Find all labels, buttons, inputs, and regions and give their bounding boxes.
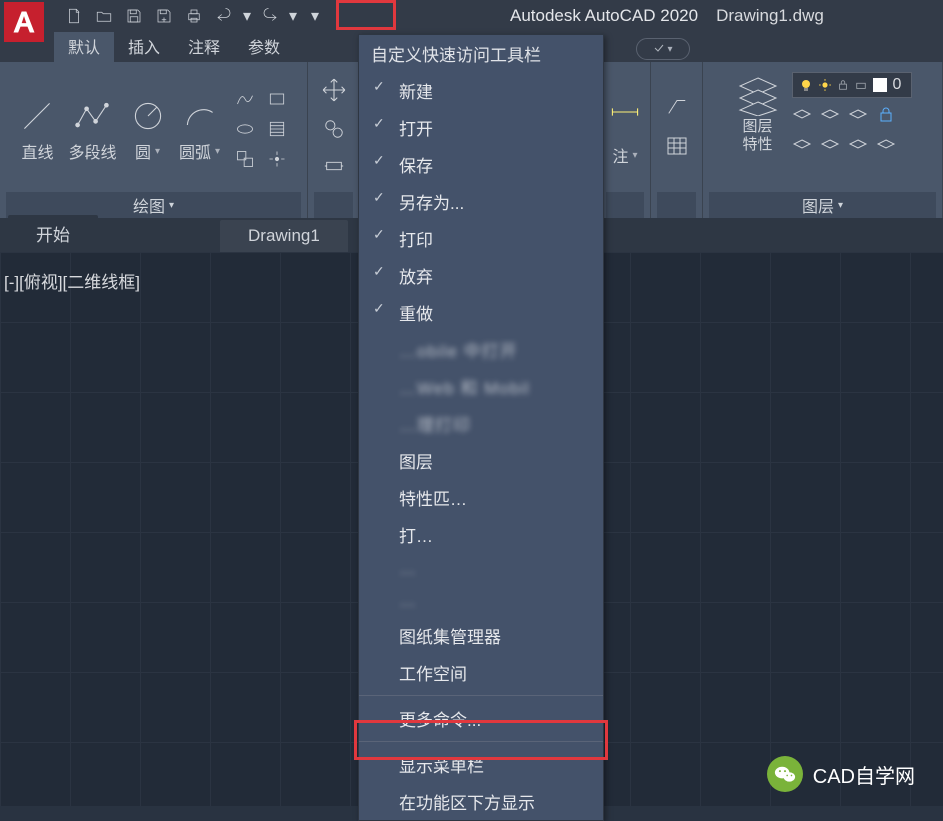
lock-icon [837,79,849,91]
menu-item-save[interactable]: 保存 [359,146,603,183]
menu-title: 自定义快速访问工具栏 [359,35,603,72]
quick-access-toolbar: ▾ ▾ ▾ [60,3,322,29]
ribbon-group-layers: 图层 特性 0 [703,62,943,218]
table-icon[interactable] [665,134,689,163]
arc-icon [179,95,221,137]
undo-dropdown-icon[interactable]: ▾ [240,6,254,26]
layer-on-icon[interactable] [792,136,814,158]
print-icon[interactable] [180,3,208,29]
undo-icon[interactable] [210,3,238,29]
viewport-label[interactable]: [-][俯视][二维线框] [4,268,140,293]
tab-insert[interactable]: 插入 [114,30,174,62]
search-toggle[interactable]: ▾ [636,38,690,60]
region-icon[interactable] [233,147,257,171]
tab-drawing1[interactable]: Drawing1 [220,220,348,252]
menu-separator [359,741,603,742]
menu-separator [359,695,603,696]
redo-icon[interactable] [256,3,284,29]
tab-default[interactable]: 默认 [54,30,114,62]
layer-lock-icon[interactable] [848,106,870,128]
qat-customize-menu: 自定义快速访问工具栏 新建 打开 保存 另存为... 打印 放弃 重做 …obi… [358,34,604,821]
dimension-icon [604,91,646,133]
new-icon[interactable] [60,3,88,29]
menu-item-print2[interactable]: 打… [359,516,603,553]
hatch-icon[interactable] [265,117,289,141]
stretch-icon[interactable] [323,155,345,182]
layer-match-icon[interactable] [876,136,898,158]
tab-annotate[interactable]: 注释 [174,30,234,62]
menu-item-new[interactable]: 新建 [359,72,603,109]
open-icon[interactable] [90,3,118,29]
menu-item-open[interactable]: 打开 [359,109,603,146]
layer-iso-icon[interactable] [876,106,898,128]
tab-param[interactable]: 参数 [234,30,294,62]
menu-item-more[interactable]: 更多命令... [359,700,603,737]
layer-unlock-icon[interactable] [848,136,870,158]
menu-item-mobile-open[interactable]: …obile 中打开 [359,331,603,368]
redo-dropdown-icon[interactable]: ▾ [286,6,300,26]
app-name: Autodesk AutoCAD 2020 [510,6,698,26]
file-name: Drawing1.dwg [716,6,824,26]
menu-item-print[interactable]: 打印 [359,220,603,257]
layer-thaw-icon[interactable] [820,136,842,158]
menu-item-showmenubar[interactable]: 显示菜单栏 [359,746,603,783]
annotation-highlight-qat [336,0,396,30]
spline-icon[interactable] [233,87,257,111]
menu-item-workspace[interactable]: 工作空间 [359,654,603,691]
menu-item-sheetset[interactable]: 图纸集管理器 [359,617,603,654]
menu-item-web-mobile[interactable]: …Web 和 Mobil [359,368,603,405]
copy-icon[interactable] [323,118,345,145]
point-icon[interactable] [265,147,289,171]
menu-item-below-ribbon[interactable]: 在功能区下方显示 [359,783,603,820]
tool-arc[interactable]: 圆弧 [179,95,221,163]
layer-off-icon[interactable] [792,106,814,128]
save-icon[interactable] [120,3,148,29]
draw-subtools [231,85,291,173]
current-layer-dropdown[interactable]: 0 [792,72,912,98]
ribbon-group-annotate: 注 [599,62,651,218]
menu-item-blur2[interactable]: … [359,585,603,617]
tool-pline[interactable]: 多段线 [68,95,116,163]
title-bar: ▾ ▾ ▾ Autodesk AutoCAD 2020 Drawing1.dwg [0,0,943,32]
sun-icon [819,79,831,91]
ribbon-group-draw: 直线 多段线 圆 圆弧 [0,62,308,218]
ellipse-icon[interactable] [233,117,257,141]
menu-item-blur1[interactable]: … [359,553,603,585]
menu-item-undo[interactable]: 放弃 [359,257,603,294]
layer-freeze-icon[interactable] [820,106,842,128]
layer-stack-icon [734,72,782,116]
tab-start[interactable]: 开始 [8,215,98,252]
group-label-layers[interactable]: 图层 ▾ [709,192,936,218]
app-logo[interactable] [4,2,44,42]
layer-properties-button[interactable]: 图层 特性 [734,72,782,154]
menu-item-redo[interactable]: 重做 [359,294,603,331]
tool-circle[interactable]: 圆 [127,95,169,163]
group-label-modify[interactable] [314,192,353,218]
current-layer-name: 0 [893,76,902,94]
bulb-on-icon [799,78,813,92]
line-icon [16,95,58,137]
saveas-icon[interactable] [150,3,178,29]
move-icon[interactable] [321,77,347,108]
wechat-icon [767,756,803,792]
title-text: Autodesk AutoCAD 2020 Drawing1.dwg [510,6,824,26]
menu-item-matchprop[interactable]: 特性匹… [359,479,603,516]
tool-line[interactable]: 直线 [16,95,58,163]
plot-icon [855,79,867,91]
watermark: CAD自学网 [767,756,915,792]
tool-annotate[interactable] [604,91,646,133]
qat-customize-dropdown-icon[interactable]: ▾ [308,6,322,26]
leader-icon[interactable] [666,95,688,122]
circle-icon [127,95,169,137]
ribbon-group-modify [308,62,360,218]
ribbon-group-table [651,62,703,218]
polyline-icon [71,95,113,137]
menu-item-saveas[interactable]: 另存为... [359,183,603,220]
menu-item-batch-print[interactable]: …理打印 [359,405,603,442]
rect-icon[interactable] [265,87,289,111]
watermark-text: CAD自学网 [813,760,915,789]
menu-item-layer[interactable]: 图层 [359,442,603,479]
